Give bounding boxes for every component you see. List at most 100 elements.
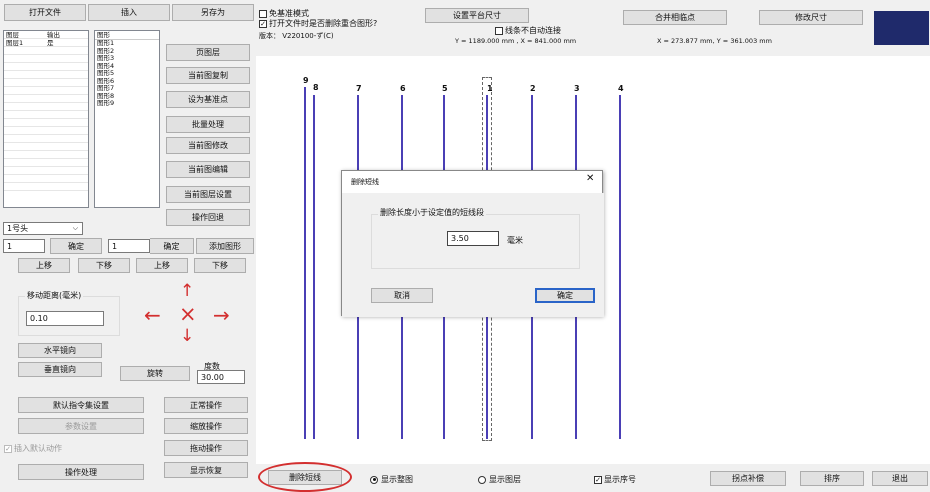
line-label: 4 xyxy=(618,84,624,93)
move-down-button-1[interactable]: 下移 xyxy=(78,258,130,273)
move-up-button-2[interactable]: 上移 xyxy=(136,258,188,273)
color-swatch[interactable] xyxy=(874,11,929,45)
undo-button[interactable]: 操作回退 xyxy=(166,209,250,226)
default-command-set-button[interactable]: 默认指令集设置 xyxy=(18,397,144,413)
flip-horizontal-button[interactable]: 水平镜向 xyxy=(18,343,102,358)
layer-name: 图层1 xyxy=(6,39,24,47)
show-sequence-label: 显示序号 xyxy=(604,475,636,484)
short-line-group-label: 删除长度小于设定值的短线段 xyxy=(378,207,486,218)
show-whole-label: 显示整图 xyxy=(381,475,413,484)
line-label: 9 xyxy=(303,76,309,85)
checkbox-icon: ✓ xyxy=(4,444,12,453)
output-col-header: 输出 xyxy=(47,31,60,39)
head-select[interactable]: 1号头 ⌵ xyxy=(3,222,83,235)
line-label: 7 xyxy=(356,84,362,93)
layer-settings-button[interactable]: 当前图层设置 xyxy=(166,186,250,203)
arrow-right-icon[interactable]: → xyxy=(213,305,230,325)
delete-short-lines-dialog: 删除短线 ✕ 删除长度小于设定值的短线段 3.50 毫米 取消 确定 xyxy=(341,170,604,317)
rotate-button[interactable]: 旋转 xyxy=(120,366,190,381)
radio-icon xyxy=(478,475,486,484)
batch-process-button[interactable]: 批量处理 xyxy=(166,116,250,133)
open-file-button[interactable]: 打开文件 xyxy=(4,4,86,21)
layer-output: 是 xyxy=(47,39,54,47)
show-sequence-checkbox[interactable]: ✓ 显示序号 xyxy=(594,474,636,485)
figure-index-input[interactable]: 1 xyxy=(3,239,45,253)
save-as-button[interactable]: 另存为 xyxy=(172,4,254,21)
figure-list[interactable]: 图形 图形1 图形2 图形3 图形4 图形5 图形6 图形7 图形8 图形9 xyxy=(94,30,160,208)
move-distance-input[interactable]: 0.10 xyxy=(26,311,104,326)
edit-figure-button[interactable]: 当前图编辑 xyxy=(166,161,250,178)
line-label: 3 xyxy=(574,84,580,93)
insert-default-label: 插入默认动作 xyxy=(14,444,62,453)
operation-process-button[interactable]: 操作处理 xyxy=(18,464,144,480)
line-label: 2 xyxy=(530,84,536,93)
checkbox-icon: ✓ xyxy=(594,475,602,484)
show-layer-label: 显示图层 xyxy=(489,475,521,484)
sort-button[interactable]: 排序 xyxy=(800,471,864,486)
center-cross-icon[interactable]: × xyxy=(179,304,197,325)
drag-op-button[interactable]: 拖动操作 xyxy=(164,440,248,456)
highlight-ellipse xyxy=(258,462,352,492)
layer-index-input[interactable]: 1 xyxy=(108,239,150,253)
delete-overlap-checkbox[interactable]: ✓ 打开文件时是否删除重合图形? xyxy=(259,18,377,29)
modify-figure-button[interactable]: 当前图修改 xyxy=(166,137,250,154)
line-no-connect-label: 线条不自动连接 xyxy=(505,26,561,35)
exit-button[interactable]: 退出 xyxy=(872,471,928,486)
move-distance-label: 移动距离(毫米) xyxy=(25,290,84,301)
flip-vertical-button[interactable]: 垂直镜向 xyxy=(18,362,102,377)
version-label: 版本： V220100-ず(C) xyxy=(259,32,334,40)
cut-line-9[interactable] xyxy=(304,87,306,439)
show-layer-radio[interactable]: 显示图层 xyxy=(478,474,521,485)
set-base-point-button[interactable]: 设为基准点 xyxy=(166,91,250,108)
close-icon[interactable]: ✕ xyxy=(586,173,594,184)
confirm-button-1[interactable]: 确定 xyxy=(50,238,102,254)
move-up-button-1[interactable]: 上移 xyxy=(18,258,70,273)
display-restore-button[interactable]: 显示恢复 xyxy=(164,462,248,478)
dialog-title: 删除短线 xyxy=(351,178,379,186)
checkbox-icon: ✓ xyxy=(259,19,267,28)
modify-size-button[interactable]: 修改尺寸 xyxy=(759,10,863,25)
page-layer-button[interactable]: 页图层 xyxy=(166,44,250,61)
parameter-settings-button[interactable]: 参数设置 xyxy=(18,418,144,434)
unit-label: 毫米 xyxy=(507,236,523,245)
arrow-down-icon[interactable]: ↓ xyxy=(180,328,194,345)
cancel-button[interactable]: 取消 xyxy=(371,288,433,303)
cut-line-4[interactable] xyxy=(619,95,621,439)
min-length-input[interactable]: 3.50 xyxy=(447,231,499,246)
layer-list[interactable]: 图层 输出 图层1 是 xyxy=(3,30,89,208)
normal-op-button[interactable]: 正常操作 xyxy=(164,397,248,413)
line-label: 6 xyxy=(400,84,406,93)
move-down-button-2[interactable]: 下移 xyxy=(194,258,246,273)
ok-button[interactable]: 确定 xyxy=(535,288,595,303)
insert-button[interactable]: 插入 xyxy=(88,4,170,21)
delete-overlap-label: 打开文件时是否删除重合图形? xyxy=(269,19,378,28)
list-item[interactable]: 图形9 xyxy=(95,99,159,108)
line-label: 8 xyxy=(313,83,319,92)
head-select-value: 1号头 xyxy=(7,224,29,233)
corner-compensation-button[interactable]: 拐点补偿 xyxy=(710,471,786,486)
merge-points-button[interactable]: 合并相临点 xyxy=(623,10,727,25)
degree-input[interactable]: 30.00 xyxy=(197,370,245,384)
platform-size-readout: Y = 1189.000 mm , X = 841.000 mm xyxy=(455,37,577,45)
layer-list-header: 图层 输出 xyxy=(4,31,88,39)
show-whole-radio[interactable]: 显示整图 xyxy=(370,474,413,485)
checkbox-icon xyxy=(495,26,503,35)
copy-figure-button[interactable]: 当前图复制 xyxy=(166,67,250,84)
insert-default-action-checkbox[interactable]: ✓ 插入默认动作 xyxy=(4,443,62,454)
scale-op-button[interactable]: 缩放操作 xyxy=(164,418,248,434)
layer-col-header: 图层 xyxy=(6,31,19,39)
add-figure-button[interactable]: 添加图形 xyxy=(196,238,254,254)
chevron-down-icon: ⌵ xyxy=(72,224,78,232)
set-platform-size-button[interactable]: 设置平台尺寸 xyxy=(425,8,529,23)
arrow-up-icon[interactable]: ↑ xyxy=(180,283,194,300)
line-label: 5 xyxy=(442,84,448,93)
line-no-connect-checkbox[interactable]: 线条不自动连接 xyxy=(495,25,561,36)
arrow-left-icon[interactable]: ← xyxy=(144,305,161,325)
checkbox-icon xyxy=(259,9,267,18)
confirm-button-2[interactable]: 确定 xyxy=(150,238,194,254)
coordinate-readout: X = 273.877 mm, Y = 361.003 mm xyxy=(657,37,772,45)
radio-icon xyxy=(370,475,378,484)
layer-row[interactable]: 图层1 是 xyxy=(4,39,88,47)
base-mode-label: 免基准模式 xyxy=(269,9,309,18)
cut-line-8[interactable] xyxy=(313,95,315,439)
